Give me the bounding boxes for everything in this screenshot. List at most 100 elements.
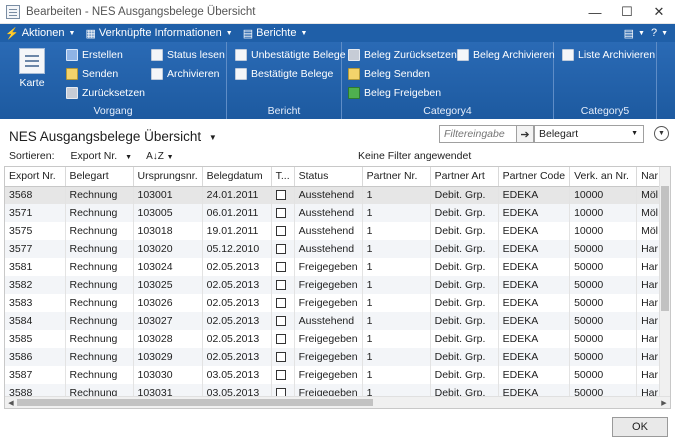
table-cell[interactable]: Ausstehend [294, 312, 363, 330]
table-cell[interactable]: Rechnung [65, 222, 134, 240]
table-cell[interactable]: EDEKA [498, 366, 571, 384]
filter-field-select[interactable]: Belegart ▼ [534, 125, 644, 143]
table-cell[interactable]: 103018 [133, 222, 203, 240]
view-menu[interactable]: ▤ ▼ [621, 24, 648, 42]
table-cell[interactable]: 3586 [5, 348, 66, 366]
table-cell[interactable]: 3585 [5, 330, 66, 348]
table-cell[interactable]: EDEKA [498, 312, 571, 330]
table-cell[interactable]: 02.05.2013 [202, 258, 272, 276]
table-row[interactable]: 3584 Rechnung 103027 02.05.2013 Ausstehend 1 D… [5, 312, 668, 330]
table-cell[interactable]: 02.05.2013 [202, 330, 272, 348]
table-cell[interactable]: 103020 [133, 240, 203, 258]
row-checkbox-cell[interactable] [271, 294, 295, 312]
actions-menu[interactable]: ⚡ Aktionen ▼ [0, 24, 80, 42]
table-row[interactable]: 3575 Rechnung 103018 19.01.2011 Ausstehend 1 D… [5, 222, 668, 240]
close-button[interactable]: ✕ [643, 0, 675, 24]
scroll-right-icon[interactable]: ▶ [658, 397, 670, 408]
unbestaetigte-belege-button[interactable]: Unbestätigte Belege [235, 47, 346, 63]
table-cell[interactable]: 3571 [5, 204, 66, 222]
table-cell[interactable]: 10000 [569, 186, 638, 204]
page-title[interactable]: NES Ausgangsbelege Übersicht ▼ [9, 129, 217, 144]
table-cell[interactable]: 50000 [569, 240, 638, 258]
sort-field-select[interactable]: Export Nr. ▼ [71, 150, 133, 162]
checkbox[interactable] [275, 208, 286, 219]
zuruecksetzen-button[interactable]: Zurücksetzen [66, 85, 145, 101]
table-cell[interactable]: 50000 [569, 330, 638, 348]
scroll-left-icon[interactable]: ◀ [5, 397, 17, 408]
table-cell[interactable]: 103005 [133, 204, 203, 222]
column-header[interactable]: Partner Art [430, 167, 499, 187]
column-header[interactable]: Belegart [65, 167, 134, 187]
column-header[interactable]: Export Nr. [5, 167, 66, 187]
sort-direction-button[interactable]: A↓Z ▼ [146, 151, 174, 162]
table-cell[interactable]: 1 [362, 330, 431, 348]
checkbox[interactable] [275, 244, 286, 255]
checkbox[interactable] [275, 316, 286, 327]
horizontal-scrollbar[interactable]: ◀ ▶ [5, 396, 670, 408]
table-cell[interactable]: Rechnung [65, 348, 134, 366]
table-cell[interactable]: EDEKA [498, 258, 571, 276]
row-checkbox-cell[interactable] [271, 222, 295, 240]
column-header[interactable]: Verk. an Nr. [569, 167, 638, 187]
table-cell[interactable]: EDEKA [498, 330, 571, 348]
table-cell[interactable]: Freigegeben [294, 294, 363, 312]
table-cell[interactable]: 1 [362, 204, 431, 222]
collapse-button[interactable]: ▼ [654, 126, 669, 141]
table-cell[interactable]: Rechnung [65, 366, 134, 384]
table-cell[interactable]: 02.05.2013 [202, 312, 272, 330]
table-cell[interactable]: EDEKA [498, 240, 571, 258]
beleg-zuruecksetzen-button[interactable]: Beleg Zurücksetzen [348, 47, 457, 63]
table-cell[interactable]: 10000 [569, 204, 638, 222]
table-cell[interactable]: Freigegeben [294, 348, 363, 366]
beleg-freigeben-button[interactable]: Beleg Freigeben [348, 85, 441, 101]
row-checkbox-cell[interactable] [271, 186, 295, 204]
table-row[interactable]: 3587 Rechnung 103030 03.05.2013 Freigegeben 1… [5, 366, 668, 384]
checkbox[interactable] [275, 280, 286, 291]
table-row[interactable]: 3581 Rechnung 103024 02.05.2013 Freigegeben 1… [5, 258, 668, 276]
column-header[interactable]: T... [271, 167, 295, 187]
table-cell[interactable]: 103026 [133, 294, 203, 312]
table-cell[interactable]: 02.05.2013 [202, 348, 272, 366]
table-cell[interactable]: 3583 [5, 294, 66, 312]
table-cell[interactable]: Freigegeben [294, 366, 363, 384]
liste-archivieren-button[interactable]: Liste Archivieren [562, 47, 655, 63]
horizontal-scroll-thumb[interactable] [17, 399, 373, 406]
checkbox[interactable] [275, 352, 286, 363]
status-lesen-button[interactable]: Status lesen [151, 47, 225, 63]
table-cell[interactable]: Rechnung [65, 240, 134, 258]
filter-input[interactable] [439, 125, 517, 143]
table-cell[interactable]: Rechnung [65, 294, 134, 312]
table-cell[interactable]: Rechnung [65, 330, 134, 348]
table-cell[interactable]: 50000 [569, 276, 638, 294]
table-cell[interactable]: 50000 [569, 312, 638, 330]
column-header[interactable]: Belegdatum [202, 167, 272, 187]
table-cell[interactable]: 1 [362, 186, 431, 204]
column-header[interactable]: Ursprungsnr. [133, 167, 203, 187]
table-cell[interactable]: 103001 [133, 186, 203, 204]
table-cell[interactable]: EDEKA [498, 294, 571, 312]
archivieren-button[interactable]: Archivieren [151, 66, 220, 82]
table-row[interactable]: 3582 Rechnung 103025 02.05.2013 Freigegeben 1… [5, 276, 668, 294]
table-cell[interactable]: Ausstehend [294, 204, 363, 222]
table-cell[interactable]: 1 [362, 348, 431, 366]
table-cell[interactable]: Freigegeben [294, 276, 363, 294]
table-cell[interactable]: 103030 [133, 366, 203, 384]
checkbox[interactable] [275, 262, 286, 273]
table-cell[interactable]: Debit. Grp. [430, 258, 499, 276]
table-row[interactable]: 3583 Rechnung 103026 02.05.2013 Freigegeben 1… [5, 294, 668, 312]
table-row[interactable]: 3571 Rechnung 103005 06.01.2011 Ausstehend 1 D… [5, 204, 668, 222]
linked-info-menu[interactable]: ▦ Verknüpfte Informationen ▼ [80, 24, 237, 42]
table-cell[interactable]: Rechnung [65, 258, 134, 276]
table-cell[interactable]: EDEKA [498, 348, 571, 366]
checkbox[interactable] [275, 190, 286, 201]
vertical-scrollbar[interactable] [659, 167, 670, 396]
table-cell[interactable]: Debit. Grp. [430, 312, 499, 330]
table-cell[interactable]: Freigegeben [294, 258, 363, 276]
checkbox[interactable] [275, 334, 286, 345]
table-cell[interactable]: Rechnung [65, 276, 134, 294]
table-cell[interactable]: 05.12.2010 [202, 240, 272, 258]
row-checkbox-cell[interactable] [271, 348, 295, 366]
table-cell[interactable]: 3581 [5, 258, 66, 276]
table-cell[interactable]: 3582 [5, 276, 66, 294]
table-cell[interactable]: 3568 [5, 186, 66, 204]
